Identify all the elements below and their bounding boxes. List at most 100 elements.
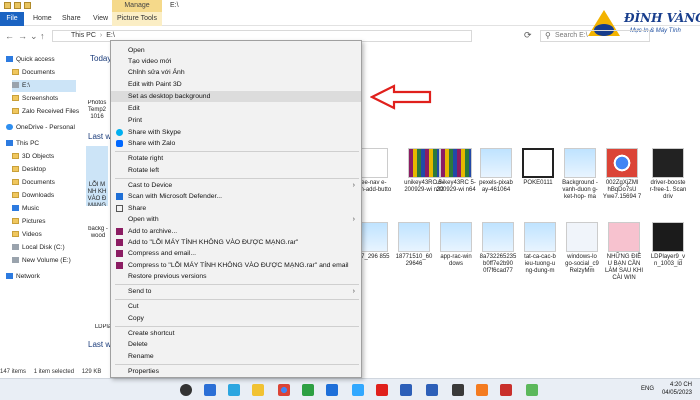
file-item[interactable]: unikey43RC 5-200929-wi n64 — [436, 148, 476, 194]
back-arrow-icon[interactable]: ← — [5, 31, 14, 41]
app-icon[interactable] — [476, 384, 488, 396]
file-item[interactable]: driver-booste r-free-1. Scan driv — [648, 148, 688, 201]
tab-home[interactable]: Home — [33, 12, 52, 26]
menu-item-rename[interactable]: Rename — [111, 351, 361, 362]
file-item[interactable]: app-rac-win dows — [436, 222, 476, 268]
sidebar-item-onedrive[interactable]: OneDrive - Personal — [6, 122, 75, 134]
tab-picture-tools[interactable]: Picture Tools — [112, 12, 162, 26]
tab-view[interactable]: View — [93, 12, 108, 26]
menu-item-rotate-left[interactable]: Rotate left — [111, 165, 361, 176]
file-item[interactable]: 8a732265235 b0ff7e2b90 0f7f6cad77 — [478, 222, 518, 275]
menu-item-delete[interactable]: Delete — [111, 339, 361, 350]
photoshop-icon[interactable] — [352, 384, 364, 396]
file-item[interactable]: 18771510_60 29646 — [394, 222, 434, 268]
edge-icon[interactable] — [228, 384, 240, 396]
breadcrumb-this-pc[interactable]: This PC — [71, 32, 96, 39]
group-header-last-week-2[interactable]: Last w — [88, 340, 111, 349]
sidebar-item-pictures[interactable]: Pictures — [12, 216, 45, 228]
menu-item-share-skype[interactable]: Share with Skype — [111, 127, 361, 138]
file-explorer-icon[interactable] — [252, 384, 264, 396]
menu-item-rotate-right[interactable]: Rotate right — [111, 153, 361, 164]
sidebar-item-downloads[interactable]: Downloads — [12, 190, 54, 202]
word-icon[interactable] — [400, 384, 412, 396]
sidebar-item-quick-access[interactable]: Quick access — [6, 54, 55, 66]
app-icon[interactable] — [376, 384, 388, 396]
menu-item-set-desktop-background[interactable]: Set as desktop background — [111, 91, 361, 102]
app-icon[interactable] — [204, 384, 216, 396]
properties-icon[interactable] — [14, 2, 21, 9]
app-icon[interactable] — [526, 384, 538, 396]
search-input[interactable]: Search E:\ — [540, 30, 650, 42]
sidebar-item-local-disk-c[interactable]: Local Disk (C:) — [12, 242, 65, 254]
file-item[interactable]: Photos Temp2 1016 — [86, 100, 108, 121]
file-item[interactable]: windows-lo go-social_c9 RelzyMm — [562, 222, 602, 275]
menu-item-create-video[interactable]: Tạo video mới — [111, 56, 361, 67]
sidebar-item-documents-pc[interactable]: Documents — [12, 177, 55, 189]
menu-item-send-to[interactable]: Send to › — [111, 286, 361, 297]
sidebar-item-this-pc[interactable]: This PC — [6, 138, 39, 150]
sidebar-item-new-volume-e[interactable]: New Volume (E:) — [12, 255, 71, 267]
menu-separator — [115, 151, 359, 152]
menu-item-cut[interactable]: Cut — [111, 301, 361, 312]
breadcrumb-e-drive[interactable]: E:\ — [106, 32, 115, 39]
task-view-icon[interactable] — [180, 384, 192, 396]
winrar-icon — [440, 148, 472, 178]
file-item[interactable]: POKE0111 — [518, 148, 558, 187]
menu-item-open-with[interactable]: Open with › — [111, 214, 361, 225]
refresh-icon[interactable]: ⟳ — [524, 30, 532, 41]
excel-icon[interactable] — [302, 384, 314, 396]
zalo-icon[interactable] — [326, 384, 338, 396]
sidebar-item-videos[interactable]: Videos — [12, 229, 42, 241]
sidebar-item-desktop[interactable]: Desktop — [12, 164, 46, 176]
sidebar-item-3d-objects[interactable]: 3D Objects — [12, 151, 54, 163]
group-header-today[interactable]: Today — [90, 54, 111, 63]
language-indicator[interactable]: ENG — [641, 386, 654, 392]
file-item-selected[interactable]: LỖI M NH KH VÀO Đ MẠNG — [86, 146, 108, 206]
folder-icon[interactable] — [4, 2, 11, 9]
menu-item-cast-to-device[interactable]: Cast to Device › — [111, 180, 361, 191]
group-header-last-week[interactable]: Last w — [88, 132, 111, 141]
sidebar-item-zalo-received[interactable]: Zalo Received Files — [12, 106, 79, 118]
chrome-icon[interactable] — [278, 384, 290, 396]
tab-share[interactable]: Share — [62, 12, 81, 26]
menu-item-add-to-rar[interactable]: Add to "LỖI MÁY TÍNH KHÔNG VÀO ĐƯỢC MẠNG… — [111, 237, 361, 248]
file-item[interactable]: Background -vanh-duon g-ket-hop- ma — [560, 148, 600, 201]
sidebar-item-music[interactable]: Music — [12, 203, 39, 215]
menu-item-share[interactable]: Share — [111, 203, 361, 214]
tab-file[interactable]: File — [0, 12, 24, 26]
menu-item-share-zalo[interactable]: Share with Zalo — [111, 138, 361, 149]
file-item[interactable]: backg -wood — [86, 226, 110, 240]
menu-item-properties[interactable]: Properties — [111, 366, 361, 377]
sidebar-item-e-drive[interactable]: E:\ — [12, 80, 76, 92]
menu-item-compress-rar-email[interactable]: Compress to "LỖI MÁY TÍNH KHÔNG VÀO ĐƯỢC… — [111, 260, 361, 271]
menu-item-open[interactable]: Open — [111, 45, 361, 56]
new-folder-icon[interactable] — [24, 2, 31, 9]
menu-item-scan-defender[interactable]: Scan with Microsoft Defender... — [111, 191, 361, 202]
sidebar-item-screenshots[interactable]: Screenshots — [12, 93, 58, 105]
recent-dropdown-icon[interactable]: ⌄ — [30, 31, 38, 42]
file-item[interactable]: pexels-pixab ay-461064 — [476, 148, 516, 194]
file-item[interactable]: LDPlayer9_v n_1003_ld — [648, 222, 688, 268]
menu-item-edit-with-photos[interactable]: Chỉnh sửa với Ảnh — [111, 67, 361, 78]
menu-item-compress-email[interactable]: Compress and email... — [111, 248, 361, 259]
menu-item-restore-versions[interactable]: Restore previous versions — [111, 271, 361, 282]
file-item[interactable]: 002ZgXjZMl hBqDo7sU Ywe7.15694 7 — [602, 148, 642, 201]
forward-arrow-icon[interactable]: → — [18, 31, 27, 41]
app-icon[interactable] — [452, 384, 464, 396]
clock[interactable]: 4:20 CH 04/05/2023 — [662, 381, 692, 397]
app-icon[interactable] — [426, 384, 438, 396]
menu-item-edit[interactable]: Edit — [111, 103, 361, 114]
menu-item-create-shortcut[interactable]: Create shortcut — [111, 328, 361, 339]
app-icon[interactable] — [500, 384, 512, 396]
menu-item-edit-paint3d[interactable]: Edit with Paint 3D — [111, 79, 361, 90]
menu-item-add-to-archive[interactable]: Add to archive... — [111, 226, 361, 237]
quick-access-toolbar[interactable] — [4, 2, 31, 9]
up-arrow-icon[interactable]: ↑ — [40, 31, 45, 41]
sidebar-item-network[interactable]: Network — [6, 271, 40, 283]
sidebar-item-documents[interactable]: Documents — [12, 67, 55, 79]
manage-context-tab[interactable]: Manage — [112, 0, 162, 12]
file-item[interactable]: tat-ca-cac-b ieu-tuong-u ng-dung-m — [520, 222, 560, 275]
menu-item-print[interactable]: Print — [111, 115, 361, 126]
menu-item-copy[interactable]: Copy — [111, 313, 361, 324]
file-item[interactable]: NHỮNG ĐIỀ U BẠN CẦN LÀM SAU KHI CÀI WIN — [604, 222, 644, 282]
